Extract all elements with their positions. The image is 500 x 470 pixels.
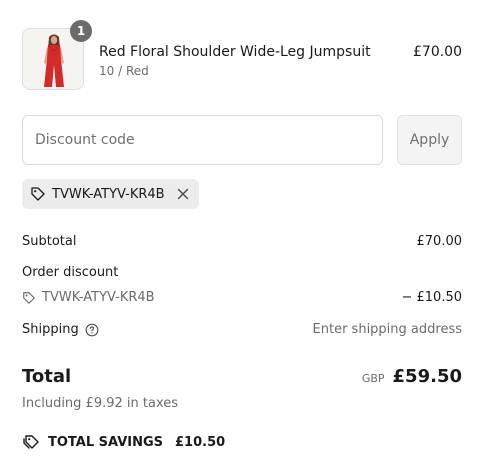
total-savings-amount: £10.50: [175, 434, 226, 450]
discount-code-input[interactable]: [22, 115, 383, 165]
shipping-label: Shipping: [22, 322, 79, 337]
apply-discount-button[interactable]: Apply: [397, 115, 462, 165]
total-currency: GBP: [361, 372, 385, 385]
order-discount-label: Order discount: [22, 265, 119, 280]
product-variant: 10 / Red: [99, 64, 149, 78]
total-amount-group: GBP £59.50: [362, 366, 462, 387]
product-title: Red Floral Shoulder Wide-Leg Jumpsuit: [99, 44, 371, 60]
total-savings-label: TOTAL SAVINGS: [48, 434, 164, 450]
product-thumbnail-wrapper: 1: [22, 20, 92, 90]
applied-discount-chip: TVWK-ATYV-KR4B: [22, 179, 199, 209]
order-discount-code-row: TVWK-ATYV-KR4B: [22, 290, 155, 305]
close-icon[interactable]: [177, 188, 189, 200]
subtotal-value: £70.00: [416, 234, 463, 249]
product-price: £70.00: [413, 44, 462, 60]
tag-icon: [30, 186, 46, 202]
order-discount-value: − £10.50: [401, 290, 462, 305]
total-label: Total: [22, 366, 72, 387]
tag-icon: [22, 291, 36, 305]
taxes-note: Including £9.92 in taxes: [22, 396, 179, 411]
quantity-badge: 1: [70, 20, 92, 42]
total-savings-row: TOTAL SAVINGS £10.50: [22, 434, 225, 450]
total-amount: £59.50: [392, 366, 462, 387]
info-icon[interactable]: [85, 323, 99, 337]
subtotal-label: Subtotal: [22, 234, 77, 249]
shipping-row: Shipping: [22, 322, 99, 337]
applied-discount-code: TVWK-ATYV-KR4B: [52, 186, 165, 202]
shipping-value: Enter shipping address: [312, 322, 462, 337]
order-discount-code: TVWK-ATYV-KR4B: [42, 290, 155, 305]
savings-tag-icon: [22, 434, 40, 450]
